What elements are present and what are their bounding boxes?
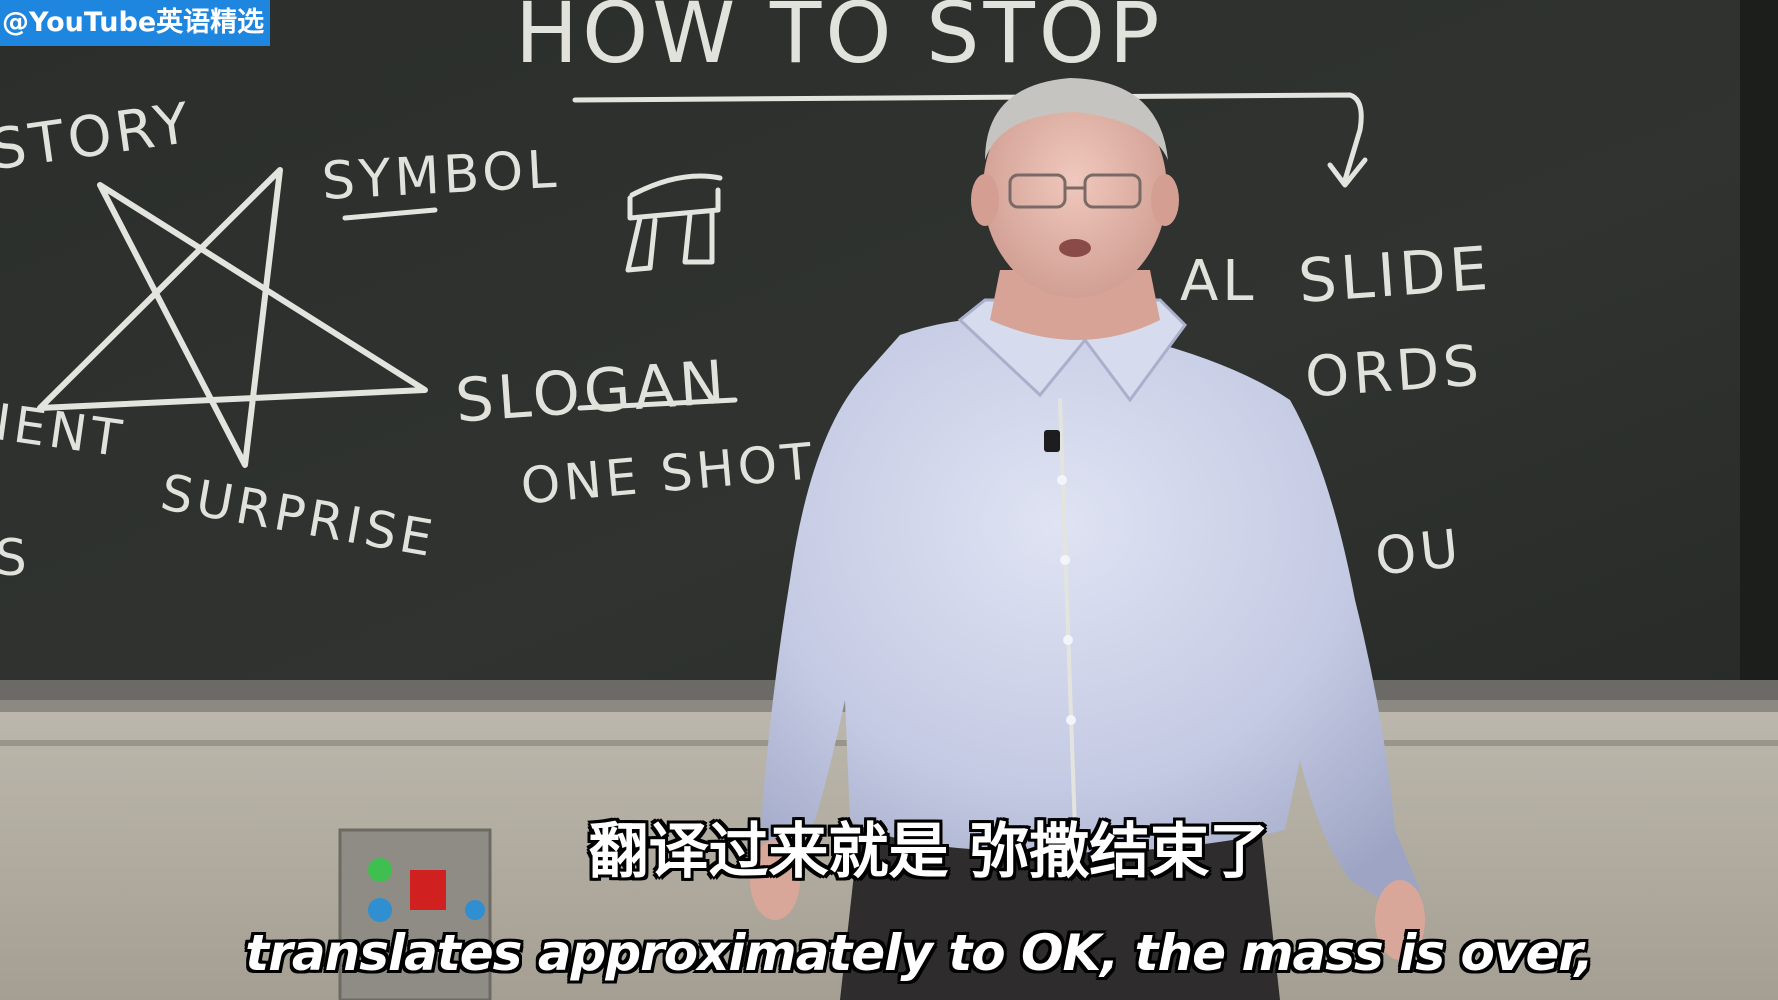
board-heading: HOW TO STOP — [515, 0, 1164, 82]
board-word-ords: ORDS — [1303, 333, 1485, 410]
mouth — [1059, 239, 1091, 257]
board-right-edge — [1740, 0, 1778, 700]
shirt-button-icon — [1057, 475, 1067, 485]
channel-watermark: @YouTube英语精选 — [0, 0, 271, 46]
board-word-ou: OU — [1372, 519, 1465, 588]
video-frame: HOW TO STOP STORY SYMBOL SLOGAN ONE SHOT… — [0, 0, 1778, 1000]
shirt-button-icon — [1063, 635, 1073, 645]
shirt-button-icon — [1060, 555, 1070, 565]
shirt-button-icon — [1066, 715, 1076, 725]
board-word-s: S — [0, 529, 31, 587]
subtitle-chinese: 翻译过来就是 弥撒结束了 — [588, 817, 1270, 887]
left-ear — [971, 174, 999, 226]
right-ear — [1151, 174, 1179, 226]
subtitle-english: translates approximately to OK, the mass… — [245, 924, 1593, 982]
board-word-al: AL — [1180, 249, 1258, 314]
board-word-slide: SLIDE — [1296, 234, 1494, 317]
lapel-microphone-icon — [1044, 430, 1060, 452]
board-word-symbol: SYMBOL — [320, 140, 561, 212]
blue-button-icon — [465, 900, 485, 920]
